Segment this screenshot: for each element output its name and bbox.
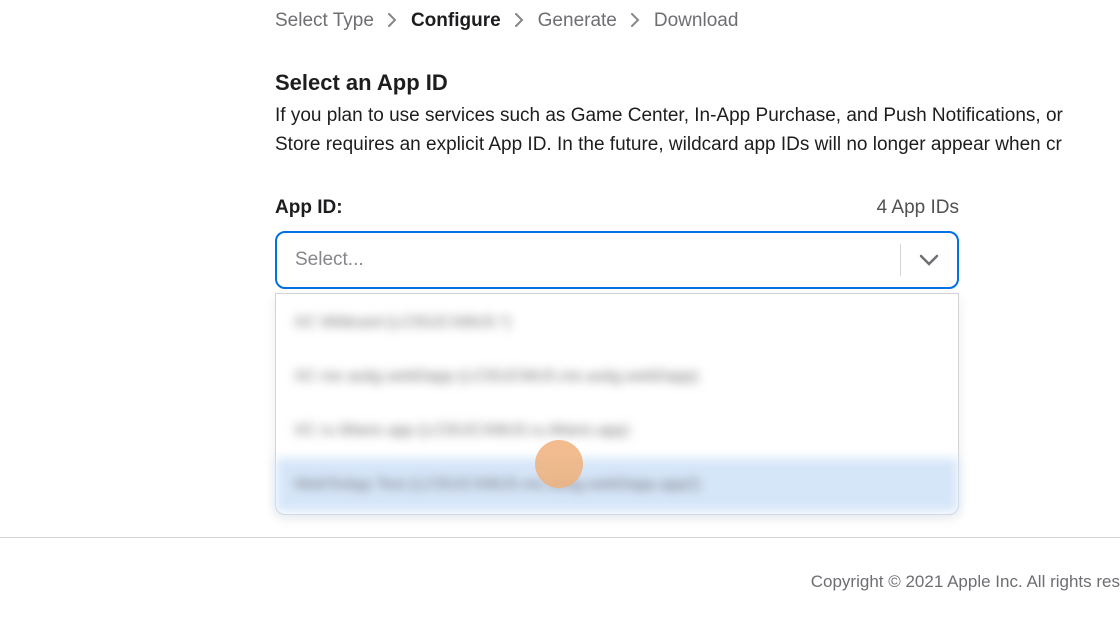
section-description: If you plan to use services such as Game…	[275, 102, 1120, 159]
breadcrumb: Select Type Configure Generate Download	[275, 10, 1120, 32]
breadcrumb-download[interactable]: Download	[654, 10, 739, 32]
dropdown-option[interactable]: WebToApp Test (LC55JCXMU5.me.autig.webDa…	[276, 458, 958, 512]
app-id-count: 4 App IDs	[877, 197, 959, 219]
dropdown-option[interactable]: XC Wildcard (LC55JCXMU5.*)	[276, 296, 958, 350]
dropdown-option[interactable]: XC me autig webDapp (LC55JCMU5.me.autig.…	[276, 350, 958, 404]
app-id-label: App ID:	[275, 197, 343, 219]
select-placeholder: Select...	[295, 249, 364, 271]
app-id-dropdown: XC Wildcard (LC55JCXMU5.*) XC me autig w…	[275, 293, 959, 515]
footer: Copyright © 2021 Apple Inc. All rights r…	[0, 572, 1120, 592]
footer-divider	[0, 537, 1120, 538]
copyright-text: Copyright © 2021 Apple Inc. All rights r…	[7, 572, 1120, 591]
section-title: Select an App ID	[275, 70, 1120, 96]
app-id-select[interactable]: Select...	[275, 231, 959, 289]
chevron-right-icon	[631, 13, 640, 30]
chevron-down-icon	[900, 244, 939, 276]
chevron-right-icon	[388, 13, 397, 30]
breadcrumb-select-type[interactable]: Select Type	[275, 10, 374, 32]
dropdown-option[interactable]: XC ru iMario app (LC55JCXMU5.ru.iMario.a…	[276, 404, 958, 458]
chevron-right-icon	[515, 13, 524, 30]
breadcrumb-generate[interactable]: Generate	[538, 10, 617, 32]
breadcrumb-configure[interactable]: Configure	[411, 10, 501, 32]
